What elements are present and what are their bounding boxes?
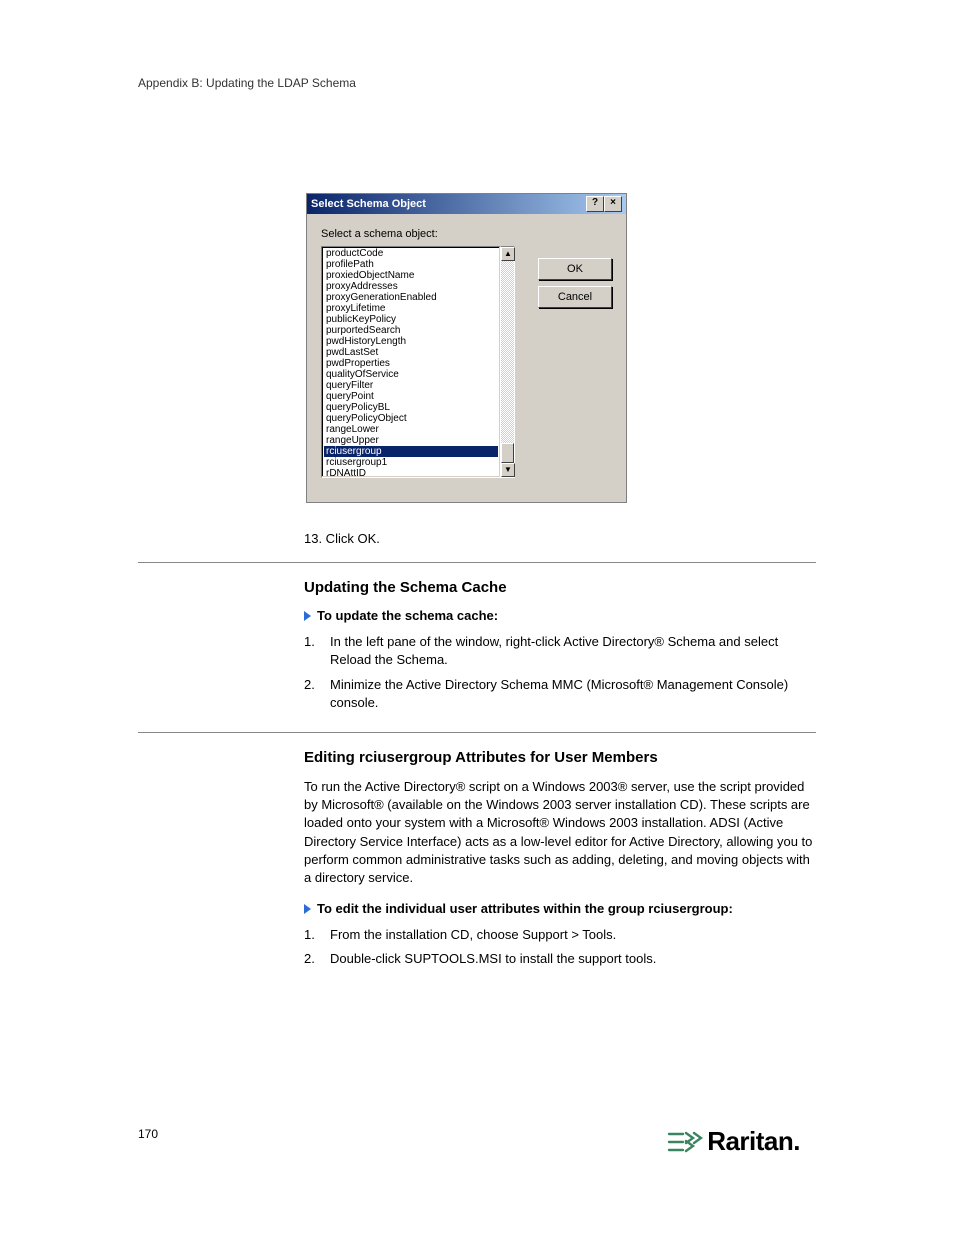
scroll-thumb[interactable] — [501, 443, 514, 463]
list-item-text: Double-click SUPTOOLS.MSI to install the… — [330, 950, 656, 968]
list-item[interactable]: proxyAddresses — [324, 281, 498, 292]
list-item[interactable]: publicKeyPolicy — [324, 314, 498, 325]
arrow-right-icon — [304, 611, 311, 621]
list-item[interactable]: rangeUpper — [324, 435, 498, 446]
dialog-titlebar: Select Schema Object ? × — [307, 194, 626, 214]
list-item: 1.In the left pane of the window, right-… — [304, 633, 816, 669]
list-item[interactable]: queryPolicyObject — [324, 413, 498, 424]
dialog-title: Select Schema Object — [311, 198, 426, 210]
footer-logo: Raritan. — [667, 1126, 800, 1157]
list-item[interactable]: rangeLower — [324, 424, 498, 435]
help-icon[interactable]: ? — [586, 196, 604, 212]
listbox-scrollbar[interactable]: ▲ ▼ — [501, 246, 515, 478]
list-item[interactable]: pwdLastSet — [324, 347, 498, 358]
procedure-heading: To update the schema cache: — [304, 608, 816, 623]
logo-text: Raritan. — [707, 1126, 800, 1157]
list-item[interactable]: queryPolicyBL — [324, 402, 498, 413]
list-item[interactable]: productCode — [324, 248, 498, 259]
list-item[interactable]: rciusergroup — [324, 446, 498, 457]
divider — [138, 562, 816, 563]
list-item-text: In the left pane of the window, right-cl… — [330, 633, 816, 669]
list-item[interactable]: proxyGenerationEnabled — [324, 292, 498, 303]
list-item: 2.Minimize the Active Directory Schema M… — [304, 676, 816, 712]
list-item[interactable]: proxyLifetime — [324, 303, 498, 314]
scroll-down-icon[interactable]: ▼ — [501, 463, 515, 477]
schema-object-listbox[interactable]: productCodeprofilePathproxiedObjectNamep… — [321, 246, 501, 478]
list-item[interactable]: queryFilter — [324, 380, 498, 391]
procedure-heading-label: To edit the individual user attributes w… — [317, 901, 733, 916]
raritan-mark-icon — [667, 1129, 703, 1155]
list-item[interactable]: rDNAttID — [324, 468, 498, 478]
close-icon[interactable]: × — [604, 196, 622, 212]
list-item-text: From the installation CD, choose Support… — [330, 926, 616, 944]
procedure-heading-label: To update the schema cache: — [317, 608, 498, 623]
ok-button[interactable]: OK — [538, 258, 612, 280]
page-header: Appendix B: Updating the LDAP Schema — [138, 76, 816, 90]
section-heading-updating-schema-cache: Updating the Schema Cache — [304, 579, 816, 596]
scroll-up-icon[interactable]: ▲ — [501, 247, 515, 261]
list-item[interactable]: pwdHistoryLength — [324, 336, 498, 347]
list-item: 2.Double-click SUPTOOLS.MSI to install t… — [304, 950, 816, 968]
page-number: 170 — [138, 1127, 158, 1141]
cancel-button[interactable]: Cancel — [538, 286, 612, 308]
list-item: 1.From the installation CD, choose Suppo… — [304, 926, 816, 944]
list-item[interactable]: proxiedObjectName — [324, 270, 498, 281]
list-item[interactable]: purportedSearch — [324, 325, 498, 336]
step-13: 13. Click OK. — [304, 530, 816, 548]
list-item[interactable]: pwdProperties — [324, 358, 498, 369]
paragraph: To run the Active Directory® script on a… — [304, 778, 816, 887]
procedure-heading: To edit the individual user attributes w… — [304, 901, 816, 916]
arrow-right-icon — [304, 904, 311, 914]
list-item[interactable]: queryPoint — [324, 391, 498, 402]
divider — [138, 732, 816, 733]
list-item[interactable]: qualityOfService — [324, 369, 498, 380]
list-item[interactable]: rciusergroup1 — [324, 457, 498, 468]
list-item[interactable]: profilePath — [324, 259, 498, 270]
dialog-instruction-label: Select a schema object: — [321, 228, 612, 240]
list-item-text: Minimize the Active Directory Schema MMC… — [330, 676, 816, 712]
select-schema-object-dialog: Select Schema Object ? × Select a schema… — [306, 193, 627, 503]
section-heading-editing-attributes: Editing rciusergroup Attributes for User… — [304, 749, 816, 766]
